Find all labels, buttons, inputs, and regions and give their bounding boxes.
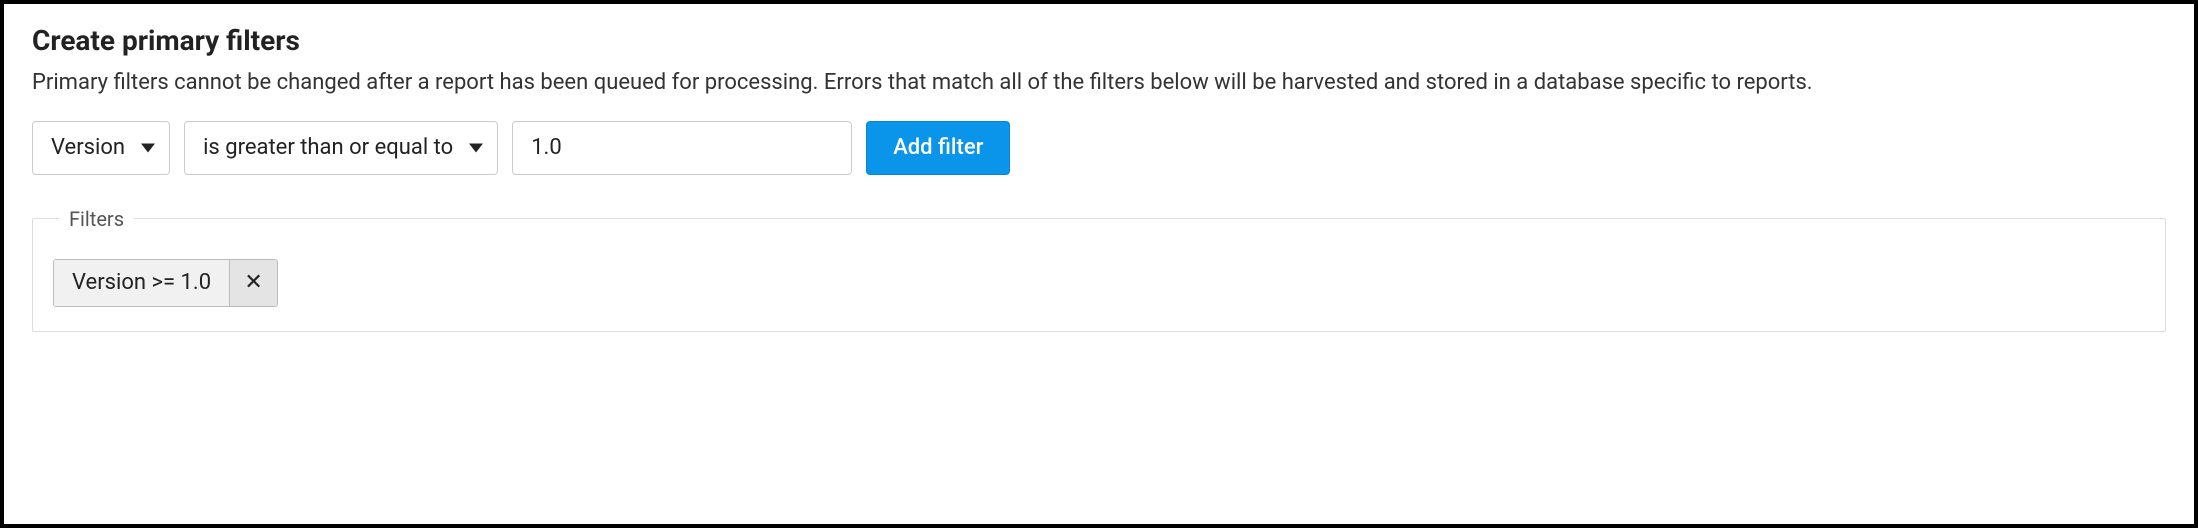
- chevron-down-icon: [469, 143, 483, 152]
- chevron-down-icon: [141, 143, 155, 152]
- operator-select[interactable]: is greater than or equal to: [184, 121, 498, 175]
- section-description: Primary filters cannot be changed after …: [32, 67, 2166, 99]
- filters-legend: Filters: [59, 207, 134, 231]
- value-input[interactable]: [512, 121, 852, 175]
- field-select[interactable]: Version: [32, 121, 170, 175]
- filter-chip-label: Version >= 1.0: [54, 260, 229, 306]
- section-heading: Create primary filters: [32, 24, 2166, 57]
- close-icon[interactable]: ✕: [229, 260, 277, 306]
- operator-select-value: is greater than or equal to: [203, 135, 453, 160]
- filter-chip: Version >= 1.0 ✕: [53, 259, 278, 307]
- filters-fieldset: Filters Version >= 1.0 ✕: [32, 207, 2166, 332]
- field-select-value: Version: [51, 135, 125, 160]
- filter-builder-row: Version is greater than or equal to Add …: [32, 121, 2166, 175]
- add-filter-button[interactable]: Add filter: [866, 121, 1010, 175]
- primary-filters-panel: Create primary filters Primary filters c…: [0, 0, 2198, 528]
